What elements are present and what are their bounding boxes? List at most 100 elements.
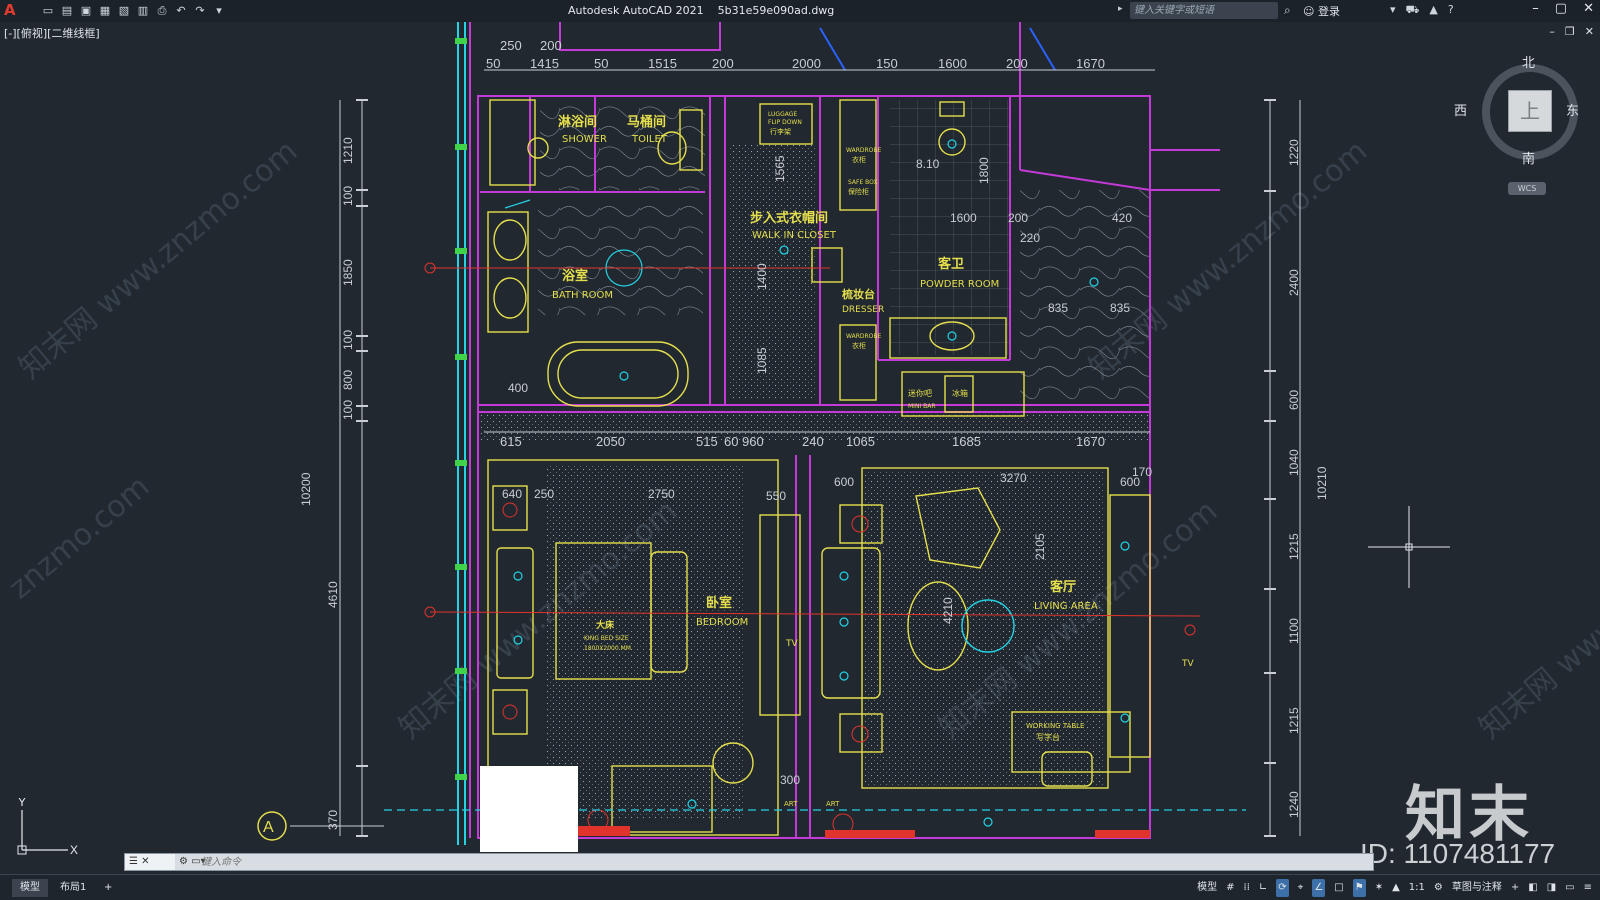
ucs-x-label: X	[70, 843, 78, 857]
publish-icon[interactable]: ▥	[135, 3, 151, 19]
label-luggage-cn: 行李架	[770, 127, 791, 136]
dim-misc-835a: 835	[1048, 301, 1068, 315]
plot-preview-icon[interactable]: ▧	[116, 3, 132, 19]
new-file-icon[interactable]: ▭	[40, 3, 56, 19]
command-line: ☰ ✕ ⚙ ▭▾	[124, 853, 1374, 871]
command-line-handle[interactable]: ☰ ✕	[125, 854, 175, 870]
label-tv-living: TV	[1181, 659, 1194, 669]
tab-model[interactable]: 模型	[12, 879, 48, 897]
tab-layout1[interactable]: 布局1	[52, 879, 94, 897]
tab-add-layout[interactable]: +	[96, 879, 120, 897]
label-wardrobe-2: WARDROBE	[846, 333, 882, 340]
label-working-table-en: WORKING TABLE	[1026, 722, 1084, 730]
otrack-icon[interactable]: □	[1334, 879, 1343, 897]
dim-misc-810: 8.10	[916, 157, 940, 171]
wcs-menu[interactable]: WCS	[1508, 182, 1546, 195]
dim-right-f: 1100	[1287, 618, 1301, 644]
window-title: Autodesk AutoCAD 2021 5b31e59e090ad.dwg	[568, 4, 834, 17]
quick-access-toolbar: ▭ ▤ ▣ ▦ ▧ ▥ ⎙ ↶ ↷ ▾	[40, 3, 227, 19]
search-input[interactable]: 键入关键字或短语	[1130, 2, 1278, 19]
dim-misc-4210: 4210	[941, 597, 955, 624]
dim-top-5: 1515	[648, 56, 677, 71]
window-glazing	[457, 20, 466, 845]
help-icon[interactable]: ?	[1448, 3, 1454, 18]
label-bedroom-cn: 卧室	[706, 595, 732, 611]
dim-row2-4: 960	[742, 434, 764, 449]
dim-left-a: 1210	[341, 137, 355, 164]
autodesk-account-icon[interactable]: ▲	[1429, 3, 1437, 18]
clean-screen-icon[interactable]: ▭	[1565, 879, 1574, 897]
title-right-icons: ▾ ⛟ ▲ ?	[1390, 3, 1454, 18]
dim-misc-1565: 1565	[773, 155, 787, 182]
autoscale-icon[interactable]: ✶	[1375, 879, 1383, 897]
command-input[interactable]	[201, 855, 801, 869]
compass-north[interactable]: 北	[1522, 52, 1535, 71]
compass-south[interactable]: 南	[1522, 148, 1535, 167]
undo-icon[interactable]: ↶	[173, 3, 189, 19]
label-minibar-cn: 迷你吧	[908, 388, 932, 398]
redo-icon[interactable]: ↷	[192, 3, 208, 19]
scale-label[interactable]: 1:1	[1409, 879, 1425, 897]
label-powder-cn: 客卫	[938, 256, 964, 272]
annotation-visibility-icon[interactable]: ⚑	[1352, 879, 1366, 897]
dim-row2-0: 615	[500, 434, 522, 449]
polar-icon[interactable]: ⟳	[1276, 879, 1289, 897]
print-icon[interactable]: ⎙	[154, 3, 170, 19]
save-icon[interactable]: ▣	[78, 3, 94, 19]
autocad-window: 知末网 www.znzmo.com znzmo.com 知末网 www.znzm…	[0, 0, 1600, 900]
brand-id: ID: 1107481177	[1360, 838, 1556, 869]
workspace-label[interactable]: 草图与注释	[1452, 879, 1502, 897]
minimize-icon[interactable]: –	[1532, 1, 1539, 16]
osnap-icon[interactable]: ∠	[1312, 879, 1326, 897]
label-bath-cn: 浴室	[562, 268, 588, 284]
label-king-bed: 大床	[596, 619, 615, 631]
maximize-icon[interactable]: ▢	[1555, 1, 1567, 16]
open-folder-icon[interactable]: ▤	[59, 3, 75, 19]
search-expand-icon[interactable]: ▸	[1118, 4, 1123, 14]
ortho-icon[interactable]: ∟	[1259, 879, 1267, 897]
grid-icon[interactable]: #	[1226, 879, 1234, 897]
dim-misc-640: 640	[502, 487, 522, 501]
dim-misc-300: 300	[780, 773, 800, 787]
customization-menu-icon[interactable]: ≡	[1584, 879, 1592, 897]
doc-close-icon[interactable]: ✕	[1585, 25, 1594, 38]
compass-west[interactable]: 西	[1454, 100, 1467, 119]
viewcube[interactable]: 上 北 南 西 东 WCS	[1454, 56, 1582, 198]
annotation-scale-icon[interactable]: ▲	[1392, 879, 1400, 897]
dim-row2-3: 60	[724, 434, 738, 449]
label-dresser-cn: 梳妆台	[841, 287, 875, 301]
drawing-canvas[interactable]: 知末网 www.znzmo.com znzmo.com 知末网 www.znzm…	[0, 0, 1600, 900]
add-icon[interactable]: +	[1511, 879, 1519, 897]
dim-left-b: 100	[341, 186, 355, 206]
doc-restore-icon[interactable]: ❐	[1565, 25, 1575, 38]
isolate-icon[interactable]: ◧	[1528, 879, 1537, 897]
doc-minimize-icon[interactable]: –	[1549, 25, 1555, 38]
close-icon[interactable]: ✕	[1583, 1, 1594, 16]
cart-icon[interactable]: ⛟	[1406, 3, 1420, 18]
qat-dropdown-icon[interactable]: ▾	[211, 3, 227, 19]
dim-top-0: 250	[500, 38, 522, 53]
model-space-toggle[interactable]: 模型	[1197, 879, 1217, 897]
isodraft-icon[interactable]: ⌖	[1298, 879, 1304, 897]
save-as-icon[interactable]: ▦	[97, 3, 113, 19]
autocad-logo-icon[interactable]: A	[4, 2, 18, 18]
file-name: 5b31e59e090ad.dwg	[717, 4, 835, 17]
compass-east[interactable]: 东	[1566, 100, 1579, 119]
dim-misc-250: 250	[534, 487, 554, 501]
sign-in-button[interactable]: ☺ 登录	[1303, 3, 1340, 19]
dim-misc-170: 170	[1132, 465, 1152, 479]
hardware-accel-icon[interactable]: ◨	[1547, 879, 1556, 897]
label-wardrobe-cn-2: 衣柜	[852, 341, 866, 350]
workspace-gear-icon[interactable]: ⚙	[1434, 879, 1443, 897]
dim-misc-1800: 1800	[977, 157, 991, 184]
viewport-controls[interactable]: [-][俯视][二维线框]	[4, 25, 100, 41]
dim-misc-220: 220	[1020, 231, 1040, 245]
dim-misc-600: 600	[834, 475, 854, 489]
label-toilet-en: TOILET	[631, 134, 668, 145]
living-floor	[865, 470, 1105, 785]
dropdown-icon[interactable]: ▾	[1390, 3, 1396, 18]
snap-icon[interactable]: ⁞⁞	[1244, 879, 1250, 897]
dim-top-9: 1600	[938, 56, 967, 71]
viewcube-top-face[interactable]: 上	[1508, 90, 1552, 132]
search-icon[interactable]: ⌕	[1284, 3, 1291, 18]
